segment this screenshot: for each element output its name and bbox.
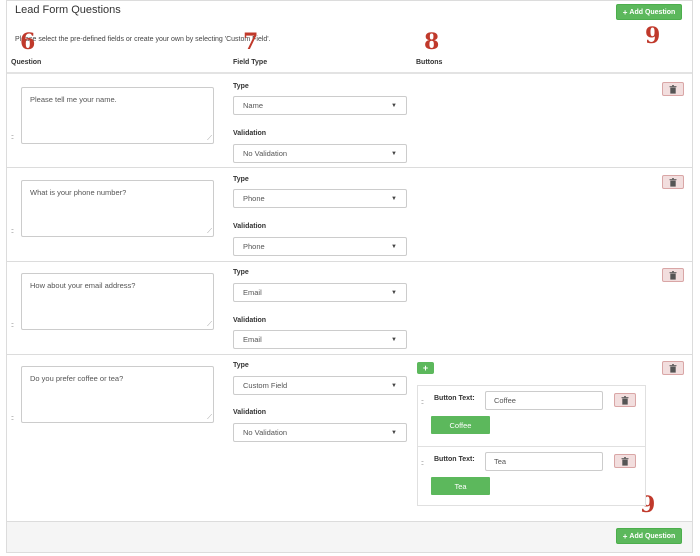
question-text-field[interactable]: Please tell me your name. ⟋ — [21, 87, 214, 144]
chevron-down-icon: ▼ — [391, 382, 397, 389]
plus-icon: + — [422, 363, 429, 373]
delete-button-button[interactable] — [614, 454, 636, 468]
question-text: Please tell me your name. — [30, 95, 117, 104]
drag-handle-icon[interactable]: :: — [11, 322, 14, 329]
chevron-down-icon: ▼ — [391, 195, 397, 202]
instructions-text: Please select the pre-defined fields or … — [15, 36, 271, 43]
trash-icon — [669, 270, 677, 280]
button-text-value: Tea — [494, 457, 507, 466]
column-header-buttons: Buttons — [416, 59, 443, 66]
drag-handle-icon[interactable]: :: — [11, 134, 14, 141]
trash-icon — [669, 177, 677, 187]
delete-question-button[interactable] — [662, 361, 684, 375]
question-text-field[interactable]: Do you prefer coffee or tea? ⟋ — [21, 366, 214, 423]
add-button-button[interactable]: + — [417, 362, 434, 374]
trash-icon — [621, 456, 629, 466]
validation-select-value: Phone — [243, 242, 265, 251]
chevron-down-icon: ▼ — [391, 429, 397, 436]
button-preview[interactable]: Tea — [431, 477, 490, 495]
type-select[interactable]: Custom Field ▼ — [233, 376, 407, 395]
plus-icon: + — [622, 531, 628, 541]
validation-label: Validation — [233, 317, 267, 324]
trash-icon — [669, 84, 677, 94]
chevron-down-icon: ▼ — [391, 289, 397, 296]
type-label: Type — [233, 269, 249, 276]
type-select-value: Name — [243, 101, 264, 110]
trash-icon — [669, 363, 677, 373]
validation-select-value: Email — [243, 335, 262, 344]
resize-grip-icon[interactable]: ⟋ — [207, 228, 212, 236]
button-item: :: Button Text: Coffee Coffee — [418, 386, 645, 446]
trash-icon — [621, 395, 629, 405]
question-row: :: What is your phone number? ⟋ Type Pho… — [7, 168, 692, 262]
chevron-down-icon: ▼ — [391, 150, 397, 157]
delete-button-button[interactable] — [614, 393, 636, 407]
button-preview[interactable]: Coffee — [431, 416, 490, 434]
delete-question-button[interactable] — [662, 82, 684, 96]
type-select-value: Custom Field — [243, 381, 288, 390]
question-row: :: Please tell me your name. ⟋ Type Name… — [7, 74, 692, 168]
column-header-field-type: Field Type — [233, 59, 268, 66]
add-question-label: Add Question — [629, 532, 676, 540]
delete-question-button[interactable] — [662, 175, 684, 189]
validation-select-value: No Validation — [243, 428, 288, 437]
type-select[interactable]: Phone ▼ — [233, 189, 407, 208]
annotation-8: 8 — [424, 29, 440, 55]
button-text-label: Button Text: — [434, 395, 475, 402]
add-question-button-bottom[interactable]: + Add Question — [616, 528, 682, 544]
annotation-6: 6 — [20, 29, 36, 55]
button-text-value: Coffee — [494, 396, 516, 405]
validation-label: Validation — [233, 223, 267, 230]
add-question-label: Add Question — [629, 8, 676, 16]
validation-select-value: No Validation — [243, 149, 288, 158]
type-select[interactable]: Email ▼ — [233, 283, 407, 302]
delete-question-button[interactable] — [662, 268, 684, 282]
button-item: :: Button Text: Tea Tea — [418, 446, 645, 506]
validation-label: Validation — [233, 130, 267, 137]
page-title: Lead Form Questions — [15, 4, 121, 16]
resize-grip-icon[interactable]: ⟋ — [207, 321, 212, 329]
drag-handle-icon[interactable]: :: — [421, 460, 424, 467]
annotation-9-top: 9 — [645, 23, 661, 49]
question-text-field[interactable]: What is your phone number? ⟋ — [21, 180, 214, 237]
validation-label: Validation — [233, 409, 267, 416]
button-text-input[interactable]: Coffee — [485, 391, 603, 410]
type-label: Type — [233, 362, 249, 369]
question-text: How about your email address? — [30, 281, 136, 290]
type-select-value: Phone — [243, 194, 265, 203]
column-header-question: Question — [11, 59, 42, 66]
add-question-button-top[interactable]: + Add Question — [616, 4, 682, 20]
type-select[interactable]: Name ▼ — [233, 96, 407, 115]
question-text-field[interactable]: How about your email address? ⟋ — [21, 273, 214, 330]
drag-handle-icon[interactable]: :: — [11, 228, 14, 235]
chevron-down-icon: ▼ — [391, 336, 397, 343]
validation-select[interactable]: No Validation ▼ — [233, 144, 407, 163]
chevron-down-icon: ▼ — [391, 102, 397, 109]
validation-select[interactable]: Email ▼ — [233, 330, 407, 349]
question-row: :: How about your email address? ⟋ Type … — [7, 262, 692, 355]
plus-icon: + — [622, 7, 628, 17]
question-text: Do you prefer coffee or tea? — [30, 374, 124, 383]
annotation-7: 7 — [243, 29, 259, 55]
question-row: :: Do you prefer coffee or tea? ⟋ Type C… — [7, 355, 692, 521]
button-list: :: Button Text: Coffee Coffee :: Button … — [417, 385, 646, 506]
button-text-input[interactable]: Tea — [485, 452, 603, 471]
type-label: Type — [233, 176, 249, 183]
resize-grip-icon[interactable]: ⟋ — [207, 414, 212, 422]
type-select-value: Email — [243, 288, 262, 297]
resize-grip-icon[interactable]: ⟋ — [207, 135, 212, 143]
question-text: What is your phone number? — [30, 188, 127, 197]
validation-select[interactable]: No Validation ▼ — [233, 423, 407, 442]
drag-handle-icon[interactable]: :: — [11, 415, 14, 422]
type-label: Type — [233, 83, 249, 90]
chevron-down-icon: ▼ — [391, 243, 397, 250]
validation-select[interactable]: Phone ▼ — [233, 237, 407, 256]
footer-bar — [7, 521, 692, 552]
drag-handle-icon[interactable]: :: — [421, 399, 424, 406]
button-text-label: Button Text: — [434, 456, 475, 463]
